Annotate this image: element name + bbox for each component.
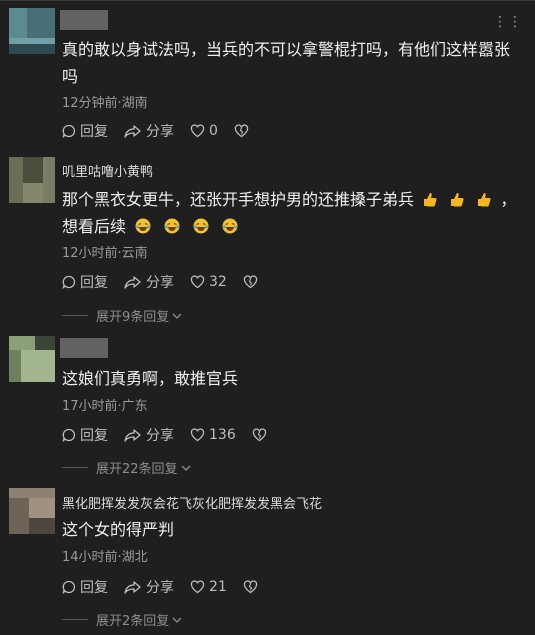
expand-replies-label: 展开9条回复	[96, 310, 170, 325]
comment-actions: 回复 分享 32	[62, 272, 278, 292]
comment-text-line2: 想看后续	[62, 217, 127, 236]
comment-text-main: 那个黑衣女更牛，还张开手想护男的还推搡子弟兵	[62, 190, 415, 209]
share-icon	[124, 125, 141, 138]
divider-line	[62, 619, 88, 620]
like-count: 136	[209, 427, 236, 443]
comment-text: 那个黑衣女更牛，还张开手想护男的还推搡子弟兵 ， 想看后续	[62, 186, 524, 240]
heart-icon	[190, 580, 205, 594]
reply-button[interactable]: 回复	[62, 121, 108, 141]
share-button[interactable]: 分享	[124, 577, 174, 597]
dislike-button[interactable]	[243, 580, 262, 594]
more-options-icon[interactable]: ⋮⋮	[493, 14, 523, 30]
comment-time-location: 14小时前·湖北	[62, 550, 148, 565]
like-button[interactable]: 136	[190, 427, 236, 443]
avatar[interactable]	[9, 336, 55, 382]
laughing-emoji-icon	[135, 218, 151, 234]
share-label: 分享	[146, 124, 174, 140]
laughing-emoji-icon	[193, 218, 209, 234]
username-redacted	[60, 10, 108, 30]
like-count: 21	[209, 579, 227, 595]
divider-line	[62, 315, 88, 316]
dislike-button[interactable]	[252, 428, 271, 442]
share-label: 分享	[146, 275, 174, 291]
reply-button[interactable]: 回复	[62, 577, 108, 597]
reply-label: 回复	[80, 124, 108, 140]
dislike-button[interactable]	[243, 275, 262, 289]
broken-heart-icon	[234, 124, 249, 138]
chevron-down-icon	[181, 465, 191, 471]
laughing-emoji-icon	[222, 218, 238, 234]
share-icon	[124, 276, 141, 289]
reply-icon	[62, 275, 76, 289]
like-button[interactable]: 0	[190, 123, 218, 139]
username[interactable]: 叽里咕噜小黄鸭	[62, 161, 153, 180]
reply-button[interactable]: 回复	[62, 272, 108, 292]
like-count: 0	[209, 123, 218, 139]
avatar[interactable]	[9, 8, 55, 54]
username[interactable]: 黑化肥挥发发灰会花飞灰化肥挥发发黑会飞花	[62, 493, 322, 512]
thumbs-up-emoji-icon	[478, 193, 491, 207]
comment-actions: 回复 分享 21	[62, 577, 278, 597]
heart-icon	[190, 275, 205, 289]
heart-icon	[190, 124, 205, 138]
reply-label: 回复	[80, 275, 108, 291]
dislike-button[interactable]	[234, 124, 253, 138]
expand-replies-button[interactable]: 展开22条回复	[62, 458, 192, 477]
expand-replies-label: 展开22条回复	[96, 462, 178, 477]
comment-text: 真的敢以身试法吗，当兵的不可以拿警棍打吗，有他们这样嚣张吗	[62, 40, 511, 86]
share-icon	[124, 581, 141, 594]
like-count: 32	[209, 274, 227, 290]
thumbs-up-emoji-icon	[424, 193, 437, 207]
expand-replies-button[interactable]: 展开2条回复	[62, 610, 183, 629]
heart-icon	[190, 428, 205, 442]
share-button[interactable]: 分享	[124, 425, 174, 445]
comment-text: 这娘们真勇啊，敢推官兵	[62, 369, 239, 388]
comment-text: 这个女的得严判	[62, 520, 175, 539]
comment-text-punct: ，	[500, 190, 517, 209]
broken-heart-icon	[243, 580, 257, 594]
broken-heart-icon	[243, 275, 257, 289]
top-border	[0, 0, 535, 1]
reply-icon	[62, 124, 76, 138]
share-button[interactable]: 分享	[124, 121, 174, 141]
reply-label: 回复	[80, 580, 108, 596]
divider-line	[62, 467, 88, 468]
comment-time-location: 12分钟前·湖南	[62, 96, 148, 111]
avatar[interactable]	[9, 157, 55, 203]
reply-button[interactable]: 回复	[62, 425, 108, 445]
avatar[interactable]	[9, 488, 55, 534]
reply-icon	[62, 580, 76, 594]
expand-replies-button[interactable]: 展开9条回复	[62, 306, 183, 325]
reply-icon	[62, 428, 76, 442]
share-button[interactable]: 分享	[124, 272, 174, 292]
chevron-down-icon	[172, 313, 182, 319]
chevron-down-icon	[172, 617, 182, 623]
share-label: 分享	[146, 580, 174, 596]
share-icon	[124, 429, 141, 442]
comment-time-location: 12小时前·云南	[62, 246, 148, 261]
comment-actions: 回复 分享 136	[62, 425, 287, 445]
share-label: 分享	[146, 428, 174, 444]
thumbs-up-emoji-icon	[451, 193, 464, 207]
username-redacted	[60, 338, 108, 358]
comment-actions: 回复 分享 0	[62, 121, 269, 141]
broken-heart-icon	[252, 428, 266, 442]
reply-label: 回复	[80, 428, 108, 444]
comment-time-location: 17小时前·广东	[62, 399, 148, 414]
like-button[interactable]: 21	[190, 579, 227, 595]
like-button[interactable]: 32	[190, 274, 227, 290]
laughing-emoji-icon	[164, 218, 180, 234]
expand-replies-label: 展开2条回复	[96, 614, 170, 629]
